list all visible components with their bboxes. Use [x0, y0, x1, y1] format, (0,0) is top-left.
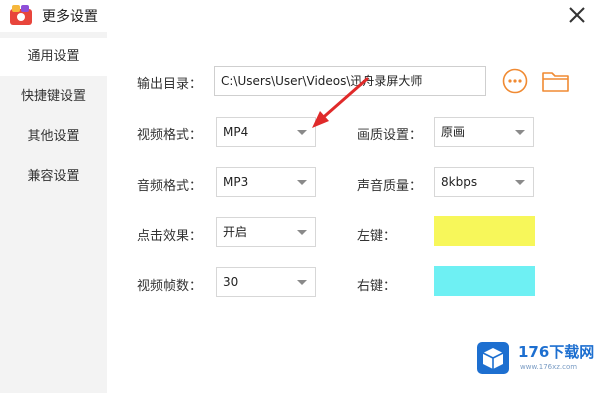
chevron-down-icon: [515, 180, 525, 185]
audio-quality-label: 声音质量：: [357, 179, 423, 194]
audio-format-value: MP3: [223, 175, 249, 189]
sidebar-item-compat[interactable]: 兼容设置: [0, 158, 107, 196]
right-key-label: 右键：: [357, 279, 397, 294]
audio-format-label: 音频格式：: [137, 179, 203, 194]
close-icon[interactable]: [566, 4, 588, 26]
left-key-label: 左键：: [357, 229, 397, 244]
quality-select[interactable]: 原画: [434, 117, 534, 147]
folder-icon[interactable]: [541, 68, 571, 94]
video-format-label: 视频格式：: [137, 128, 203, 143]
cube-logo-icon: [477, 342, 509, 374]
app-logo-icon: [10, 5, 32, 25]
chevron-down-icon: [297, 130, 307, 135]
watermark-url: www.176xz.com: [520, 363, 578, 371]
watermark-text: 176下载网: [518, 343, 595, 361]
sidebar-item-other[interactable]: 其他设置: [0, 118, 107, 156]
audio-format-select[interactable]: MP3: [216, 167, 316, 197]
click-effect-select[interactable]: 开启: [216, 217, 316, 247]
sidebar-item-hotkeys[interactable]: 快捷键设置: [0, 78, 107, 116]
audio-quality-value: 8kbps: [441, 175, 478, 189]
chevron-down-icon: [515, 130, 525, 135]
sidebar: 通用设置 快捷键设置 其他设置 兼容设置: [0, 32, 107, 393]
title-bar: 更多设置: [0, 0, 596, 32]
chevron-down-icon: [297, 230, 307, 235]
ellipsis-circle-icon[interactable]: [502, 68, 528, 94]
window-title: 更多设置: [42, 9, 98, 25]
output-dir-label: 输出目录：: [137, 77, 203, 92]
frame-rate-label: 视频帧数：: [137, 279, 203, 294]
frame-rate-value: 30: [223, 275, 239, 289]
chevron-down-icon: [297, 280, 307, 285]
watermark: 176下载网 www.176xz.com: [476, 337, 595, 381]
click-effect-label: 点击效果：: [137, 229, 203, 244]
video-format-select[interactable]: MP4: [216, 117, 316, 147]
audio-quality-select[interactable]: 8kbps: [434, 167, 534, 197]
output-dir-field[interactable]: C:\Users\User\Videos\迅舟录屏大师: [214, 66, 486, 96]
chevron-down-icon: [297, 180, 307, 185]
left-key-color-swatch[interactable]: [434, 216, 535, 246]
quality-value: 原画: [441, 125, 466, 139]
quality-label: 画质设置：: [357, 128, 423, 143]
sidebar-item-general[interactable]: 通用设置: [0, 38, 107, 76]
click-effect-value: 开启: [223, 225, 248, 239]
frame-rate-select[interactable]: 30: [216, 267, 316, 297]
right-key-color-swatch[interactable]: [434, 266, 535, 296]
video-format-value: MP4: [223, 125, 249, 139]
